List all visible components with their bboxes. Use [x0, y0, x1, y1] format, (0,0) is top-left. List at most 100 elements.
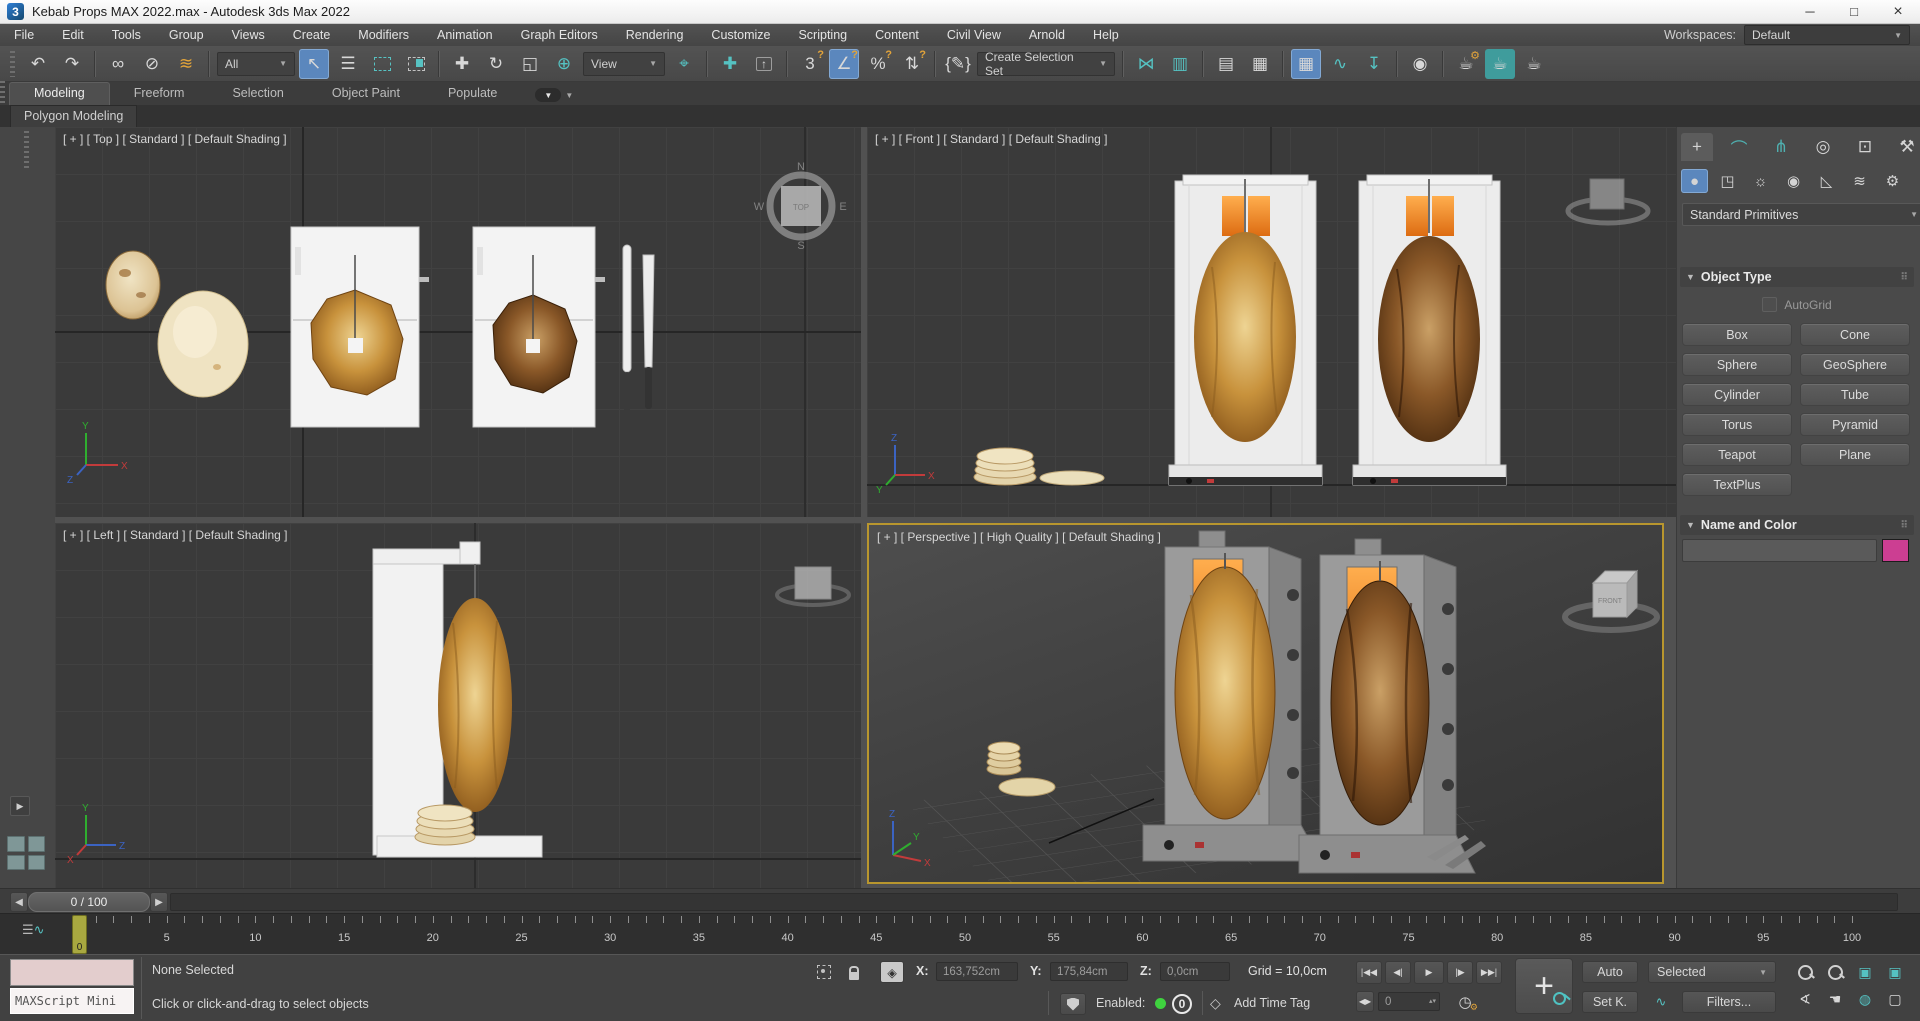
field-of-view-icon[interactable]: ∢ — [1792, 988, 1818, 1011]
panel-flyout-button[interactable]: ▶ — [10, 796, 30, 816]
toggle-ribbon-icon[interactable]: ▦ — [1291, 48, 1321, 79]
lights-category[interactable]: ☼ — [1747, 169, 1774, 193]
toolbar-grip[interactable] — [10, 50, 15, 77]
percent-snap-icon[interactable]: %? — [863, 49, 893, 79]
reference-coordinate-dropdown[interactable]: View ▼ — [583, 51, 665, 76]
mirror-icon[interactable]: ⋈ — [1131, 49, 1161, 79]
doner-meat-dark[interactable] — [1330, 580, 1430, 826]
viewcube[interactable]: FRONT — [1562, 569, 1660, 633]
time-configuration-icon[interactable]: ◷ ⚙ — [1452, 991, 1478, 1013]
enabled-status-dot[interactable] — [1155, 998, 1166, 1009]
schematic-view-icon[interactable]: ↧ — [1359, 49, 1389, 79]
filters-button[interactable]: Filters... — [1682, 991, 1776, 1013]
ribbon-grip[interactable] — [0, 80, 5, 107]
helpers-category[interactable]: ◺ — [1813, 169, 1840, 193]
selection-lock-icon[interactable] — [842, 961, 866, 983]
select-by-name-icon[interactable]: ☰ — [333, 49, 363, 79]
primitive-button-geosphere[interactable]: GeoSphere — [1800, 353, 1910, 376]
bind-to-space-warp-icon[interactable]: ≋ — [171, 49, 201, 79]
menu-item-rendering[interactable]: Rendering — [612, 24, 698, 46]
select-and-move-icon[interactable]: ✚ — [447, 49, 477, 79]
close-button[interactable]: × — [1876, 0, 1920, 23]
align-icon[interactable]: ▥ — [1165, 49, 1195, 79]
minimize-button[interactable]: ─ — [1788, 0, 1832, 23]
doner-meat-dark[interactable] — [1378, 236, 1480, 442]
doner-meat-side[interactable] — [438, 598, 512, 812]
viewport-top[interactable]: [ + ] [ Top ] [ Standard ] [ Default Sha… — [55, 127, 861, 517]
geometry-category[interactable]: ● — [1681, 169, 1708, 193]
display-tab[interactable]: ⊡ — [1849, 133, 1881, 161]
primitive-button-teapot[interactable]: Teapot — [1682, 443, 1792, 466]
viewport-perspective[interactable]: [ + ] [ Perspective ] [ High Quality ] [… — [867, 523, 1664, 884]
object-type-rollout[interactable]: ▼ Object Type ⠿ — [1680, 267, 1914, 287]
hierarchy-tab[interactable]: ⋔ — [1765, 133, 1797, 161]
toggle-scene-explorer-icon[interactable]: ▤ — [1211, 49, 1241, 79]
orbit-icon[interactable]: ◍ — [1852, 988, 1878, 1011]
mini-curve-editor-icon[interactable]: ☰∿ — [22, 922, 45, 938]
menu-item-arnold[interactable]: Arnold — [1015, 24, 1079, 46]
primitive-button-plane[interactable]: Plane — [1800, 443, 1910, 466]
snap-toggle-icon[interactable]: 3? — [795, 49, 825, 79]
systems-category[interactable]: ⚙ — [1879, 169, 1906, 193]
pita-stack[interactable] — [973, 447, 1037, 486]
z-coordinate-field[interactable]: 0,0cm — [1160, 962, 1230, 981]
track-bar[interactable]: ☰∿ 0 5 10 15 20 25 30 35 40 45 50 55 60 65 70 75 80 85 90 9… — [0, 913, 1920, 954]
go-to-end-button[interactable]: ▶▶| — [1476, 961, 1502, 984]
ribbon-tab-object-paint[interactable]: Object Paint — [308, 83, 424, 105]
pita-stack[interactable] — [986, 741, 1022, 776]
select-and-rotate-icon[interactable]: ↻ — [481, 49, 511, 79]
absolute-offset-toggle[interactable]: ◈ — [880, 961, 904, 983]
ribbon-tab-modeling[interactable]: Modeling — [9, 82, 110, 105]
current-frame-field[interactable]: 0 ▴▾ — [1378, 992, 1440, 1011]
edit-named-selection-sets-icon[interactable]: {✎} — [943, 49, 973, 79]
primitive-button-pyramid[interactable]: Pyramid — [1800, 413, 1910, 436]
autogrid-checkbox[interactable] — [1762, 297, 1778, 312]
viewport-perspective-label[interactable]: [ + ] [ Perspective ] [ High Quality ] [… — [877, 530, 1161, 544]
knife-1[interactable] — [622, 244, 632, 412]
auto-key-button[interactable]: Auto — [1582, 961, 1638, 983]
menu-item-scripting[interactable]: Scripting — [784, 24, 861, 46]
ribbon-minimize-button[interactable]: ▼ ▼ — [535, 88, 573, 102]
select-and-manipulate-icon[interactable]: ✚ — [715, 49, 745, 79]
menu-item-customize[interactable]: Customize — [697, 24, 784, 46]
select-and-link-icon[interactable]: ∞ — [103, 49, 133, 79]
dock-grip[interactable] — [24, 131, 29, 171]
y-coordinate-field[interactable]: 175,84cm — [1050, 962, 1128, 981]
play-button[interactable]: ▶ — [1414, 961, 1444, 984]
viewport-left-label[interactable]: [ + ] [ Left ] [ Standard ] [ Default Sh… — [63, 528, 287, 542]
kebab-machine-3d-2[interactable] — [1298, 538, 1476, 874]
object-color-swatch[interactable] — [1882, 539, 1909, 562]
menu-item-tools[interactable]: Tools — [98, 24, 155, 46]
set-key-filters-button[interactable]: Set K. — [1582, 991, 1638, 1013]
menu-item-file[interactable]: File — [0, 24, 48, 46]
selected-dropdown[interactable]: Selected ▼ — [1648, 961, 1776, 983]
zoom-icon[interactable] — [1792, 961, 1818, 984]
viewport-layout-button[interactable] — [7, 836, 45, 870]
viewport-left[interactable]: [ + ] [ Left ] [ Standard ] [ Default Sh… — [55, 523, 861, 888]
pita-bread-cooked[interactable] — [105, 250, 161, 320]
menu-item-modifiers[interactable]: Modifiers — [344, 24, 423, 46]
ribbon-tab-populate[interactable]: Populate — [424, 83, 521, 105]
knife-2[interactable] — [642, 254, 655, 409]
primitive-button-sphere[interactable]: Sphere — [1682, 353, 1792, 376]
viewcube[interactable]: TOP N W E S — [754, 161, 847, 252]
time-slider-thumb[interactable]: 0 / 100 — [28, 892, 150, 912]
rendered-frame-window-icon[interactable]: ☕ — [1485, 48, 1515, 79]
menu-item-group[interactable]: Group — [155, 24, 218, 46]
curve-editor-icon[interactable]: ∿ — [1325, 49, 1355, 79]
doner-meat-light[interactable] — [1174, 566, 1276, 820]
menu-item-graph-editors[interactable]: Graph Editors — [507, 24, 612, 46]
undo-icon[interactable]: ↶ — [23, 49, 53, 79]
menu-item-edit[interactable]: Edit — [48, 24, 98, 46]
toggle-layer-explorer-icon[interactable]: ▦ — [1245, 49, 1275, 79]
redo-icon[interactable]: ↷ — [57, 49, 87, 79]
viewport-front-label[interactable]: [ + ] [ Front ] [ Standard ] [ Default S… — [875, 132, 1107, 146]
menu-item-animation[interactable]: Animation — [423, 24, 507, 46]
maximize-button[interactable]: □ — [1832, 0, 1876, 23]
kebab-machine-front-1[interactable] — [1168, 174, 1323, 486]
kebab-machine-front-2[interactable] — [1352, 174, 1507, 486]
maximize-viewport-icon[interactable]: ▢ — [1882, 988, 1908, 1011]
utilities-tab[interactable]: ⚒ — [1891, 133, 1920, 161]
select-object-icon[interactable]: ↖ — [299, 48, 329, 79]
kebab-machine-top-view-2[interactable] — [472, 226, 605, 428]
